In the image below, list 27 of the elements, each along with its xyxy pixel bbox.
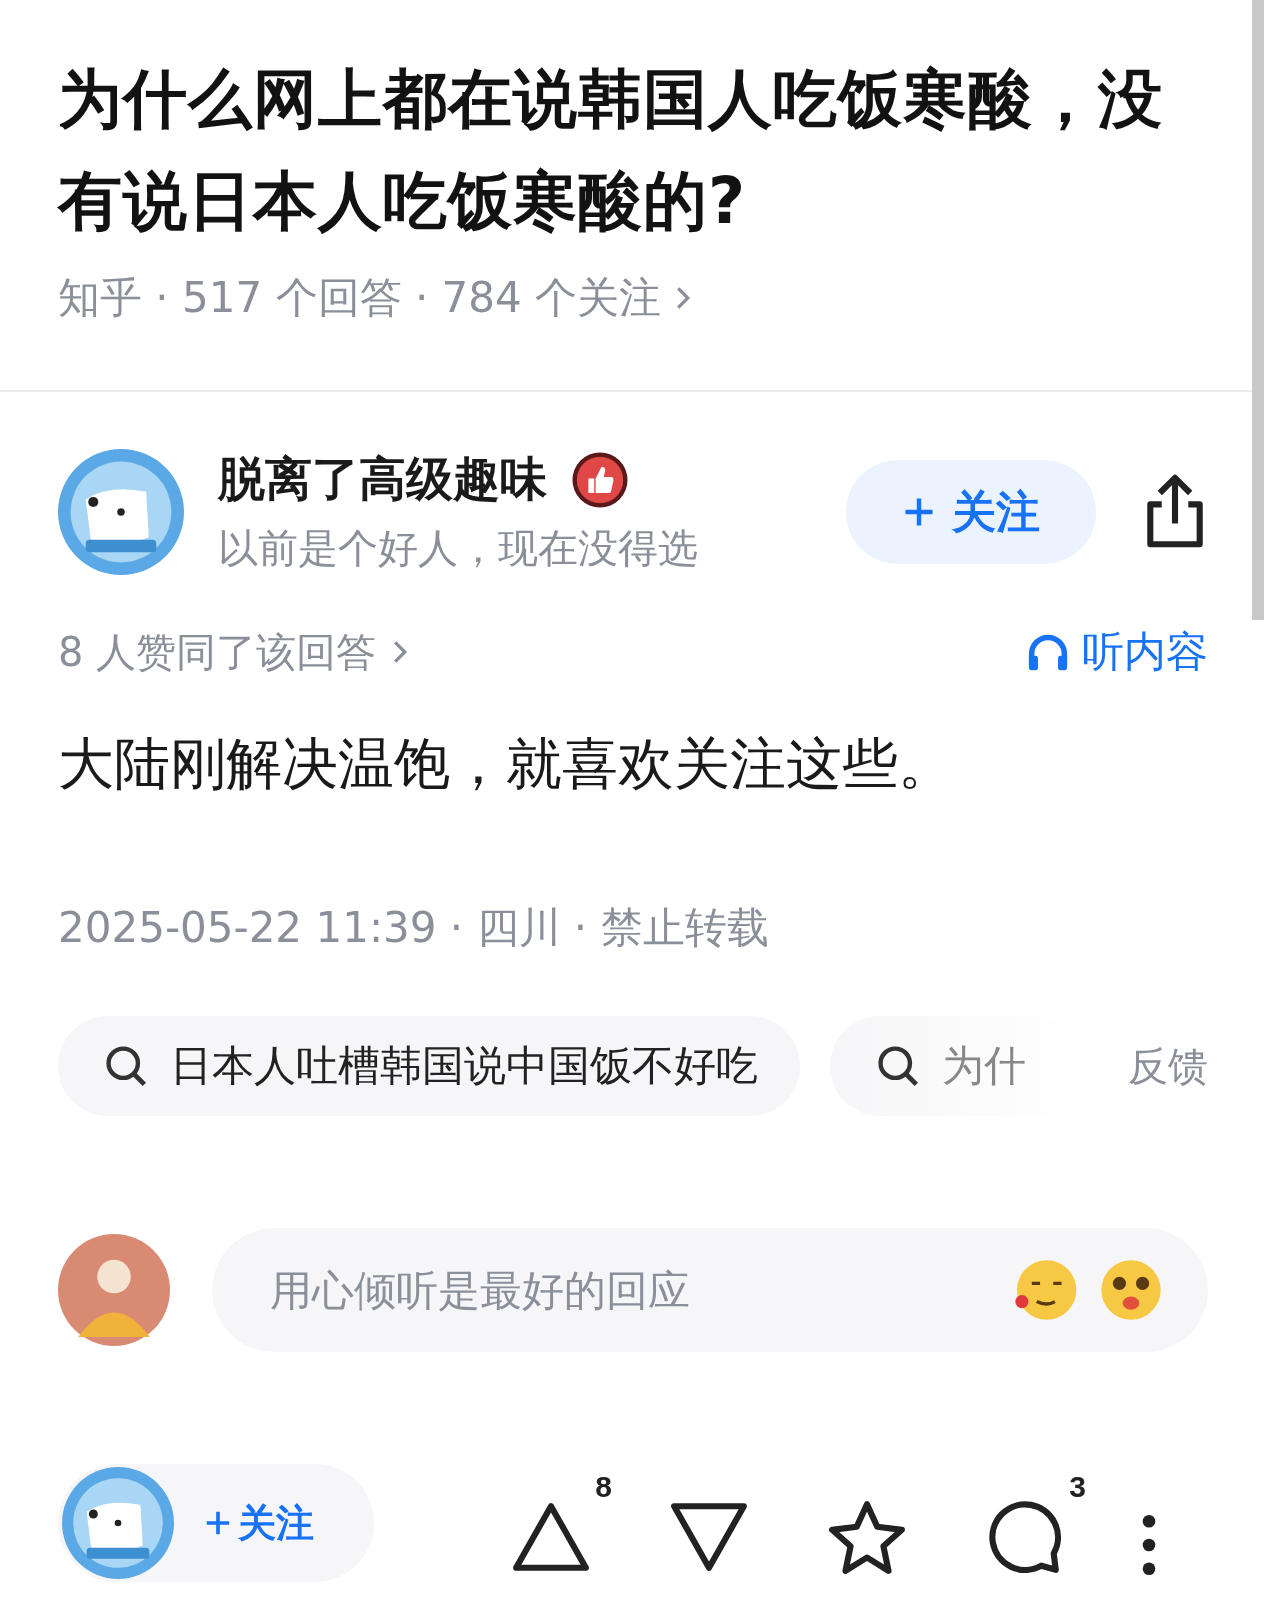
upvote-button[interactable]: 8	[510, 1470, 612, 1576]
upvote-summary[interactable]: 8 人赞同了该回答	[58, 624, 377, 680]
surprised-emoji-icon[interactable]	[1098, 1257, 1164, 1323]
answer-text: 大陆刚解决温饱，就喜欢关注这些。	[58, 730, 955, 798]
answer-meta: 2025-05-22 11:39 · 四川 · 禁止转载	[58, 902, 770, 954]
follow-button[interactable]: 关注	[846, 460, 1096, 564]
headphones-icon	[1026, 632, 1070, 672]
more-icon[interactable]	[1142, 1514, 1156, 1576]
smirk-emoji-icon[interactable]	[1012, 1257, 1078, 1323]
scrollbar[interactable]	[1252, 0, 1264, 620]
follow-button[interactable]: 关注	[58, 1464, 374, 1582]
question-title: 为什么网上都在说韩国人吃饭寒酸，没有说日本人吃饭寒酸的?	[58, 61, 1164, 240]
thumbs-up-badge-icon	[571, 450, 629, 509]
related-search-chip[interactable]: 日本人吐槽韩国说中国饭不好吃	[58, 1016, 800, 1116]
avatar-icon[interactable]	[62, 1467, 174, 1579]
listen-button[interactable]: 听内容	[1026, 624, 1208, 680]
avatar-icon[interactable]	[58, 449, 184, 575]
search-icon	[104, 1044, 148, 1088]
search-icon	[876, 1044, 920, 1088]
avatar-icon[interactable]	[58, 1234, 170, 1346]
plus-icon	[204, 1509, 232, 1537]
comment-field[interactable]: 用心倾听是最好的回应	[212, 1228, 1208, 1352]
comment-button[interactable]: 3	[984, 1470, 1086, 1576]
author-name[interactable]: 脱离了高级趣味	[218, 448, 547, 511]
author-bio: 以前是个好人，现在没得选	[218, 524, 699, 573]
plus-icon	[902, 495, 936, 529]
question-meta[interactable]: 知乎 · 517 个回答 · 784 个关注	[58, 270, 662, 326]
